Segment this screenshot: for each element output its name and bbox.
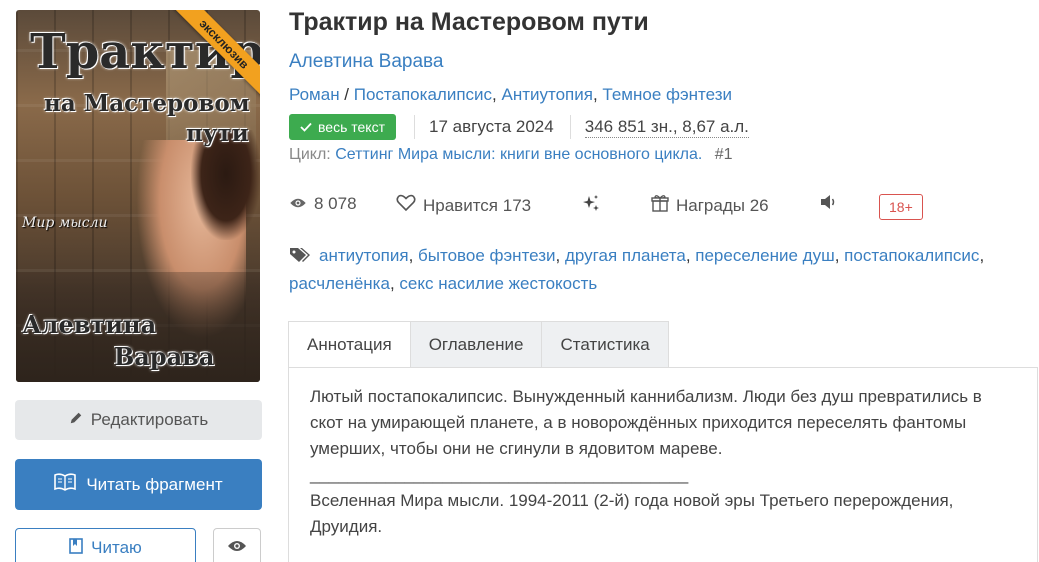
tags-icon [289, 245, 313, 271]
tag-link[interactable]: другая планета [565, 246, 686, 265]
watch-button[interactable] [213, 528, 261, 562]
read-fragment-label: Читать фрагмент [86, 474, 223, 494]
full-text-label: весь текст [318, 119, 385, 135]
tag-link[interactable]: антиутопия [319, 246, 409, 265]
eye-icon [289, 194, 307, 214]
cycle-info: Цикл: Сеттинг Мира мысли: книги вне осно… [289, 146, 733, 164]
book-cover[interactable]: Трактир на Мастеровом пути Мир мысли Але… [16, 10, 260, 382]
awards-label: Награды 26 [676, 195, 769, 215]
reading-button[interactable]: Читаю [15, 528, 196, 562]
age-rating-badge: 18+ [879, 194, 923, 220]
divider [414, 115, 415, 139]
edit-button-label: Редактировать [90, 410, 209, 429]
cycle-number: #1 [714, 146, 733, 163]
book-meta: весь текст 17 августа 2024 346 851 зн., … [289, 114, 749, 140]
book-title: Трактир на Мастеровом пути [289, 8, 649, 36]
genre-list: Роман / Постапокалипсис, Антиутопия, Тем… [289, 85, 733, 104]
heart-icon [396, 194, 416, 217]
likes-label: Нравится 173 [423, 195, 532, 215]
open-book-icon [54, 473, 77, 496]
stats-row: 8 078 Нравится 173 Награды 26 18+ [289, 194, 989, 220]
genre-link[interactable]: Антиутопия [501, 85, 592, 104]
tag-link[interactable]: бытовое фэнтези [418, 246, 556, 265]
tab-bar: Аннотация Оглавление Статистика [288, 321, 669, 368]
cover-title-line3: пути [186, 120, 249, 147]
book-size[interactable]: 346 851 зн., 8,67 а.л. [584, 117, 749, 138]
cover-series: Мир мысли [22, 215, 108, 231]
annotation-paragraph: Вселенная Мира мысли. 1994-2011 (2-й) го… [310, 491, 954, 536]
annotation-rule: ________________________________________ [310, 465, 689, 484]
author-link[interactable]: Алевтина Варава [289, 51, 443, 73]
sparkles-icon [581, 194, 601, 219]
tag-link[interactable]: постапокалипсис [844, 246, 979, 265]
gift-icon [651, 194, 669, 217]
genre-link[interactable]: Постапокалипсис [354, 85, 492, 104]
views-count: 8 078 [314, 194, 357, 213]
tab-statistics[interactable]: Статистика [542, 321, 669, 368]
annotation-text: Лютый постапокалипсис. Вынужденный канни… [310, 384, 1015, 540]
cover-author-line1: Алевтина [22, 310, 157, 339]
annotation-paragraph: Лютый постапокалипсис. Вынужденный канни… [310, 387, 982, 458]
divider [569, 115, 571, 139]
cover-title-line2: на Мастеровом [44, 90, 250, 117]
tag-link[interactable]: секс насилие жестокость [399, 274, 597, 293]
cover-author-line2: Варава [114, 342, 215, 371]
like-button[interactable]: Нравится 173 [396, 194, 531, 217]
tag-link[interactable]: переселение душ [695, 246, 834, 265]
tab-contents[interactable]: Оглавление [410, 321, 543, 368]
awards-button[interactable]: Награды 26 [651, 194, 769, 217]
publish-date: 17 августа 2024 [429, 117, 554, 136]
speaker-icon [820, 194, 838, 215]
check-icon [300, 119, 312, 135]
cycle-link[interactable]: Сеттинг Мира мысли: книги вне основного … [335, 146, 702, 163]
genre-link[interactable]: Темное фэнтези [602, 85, 732, 104]
full-text-badge: весь текст [289, 114, 396, 140]
tab-annotation[interactable]: Аннотация [288, 321, 411, 368]
cycle-label: Цикл: [289, 146, 331, 163]
genre-separator: / [339, 85, 354, 104]
edit-button[interactable]: Редактировать [15, 400, 262, 440]
eye-icon [227, 539, 247, 558]
bookmark-book-icon [69, 537, 83, 559]
tag-list: антиутопия, бытовое фэнтези, другая план… [289, 245, 985, 293]
sparkle-button[interactable] [581, 194, 601, 219]
views-stat: 8 078 [289, 194, 357, 214]
genre-link-main[interactable]: Роман [289, 85, 340, 104]
reading-label: Читаю [91, 538, 142, 557]
audio-button[interactable] [820, 194, 838, 215]
tag-link[interactable]: расчленёнка [289, 274, 390, 293]
pencil-icon [69, 410, 83, 430]
read-fragment-button[interactable]: Читать фрагмент [15, 459, 262, 510]
